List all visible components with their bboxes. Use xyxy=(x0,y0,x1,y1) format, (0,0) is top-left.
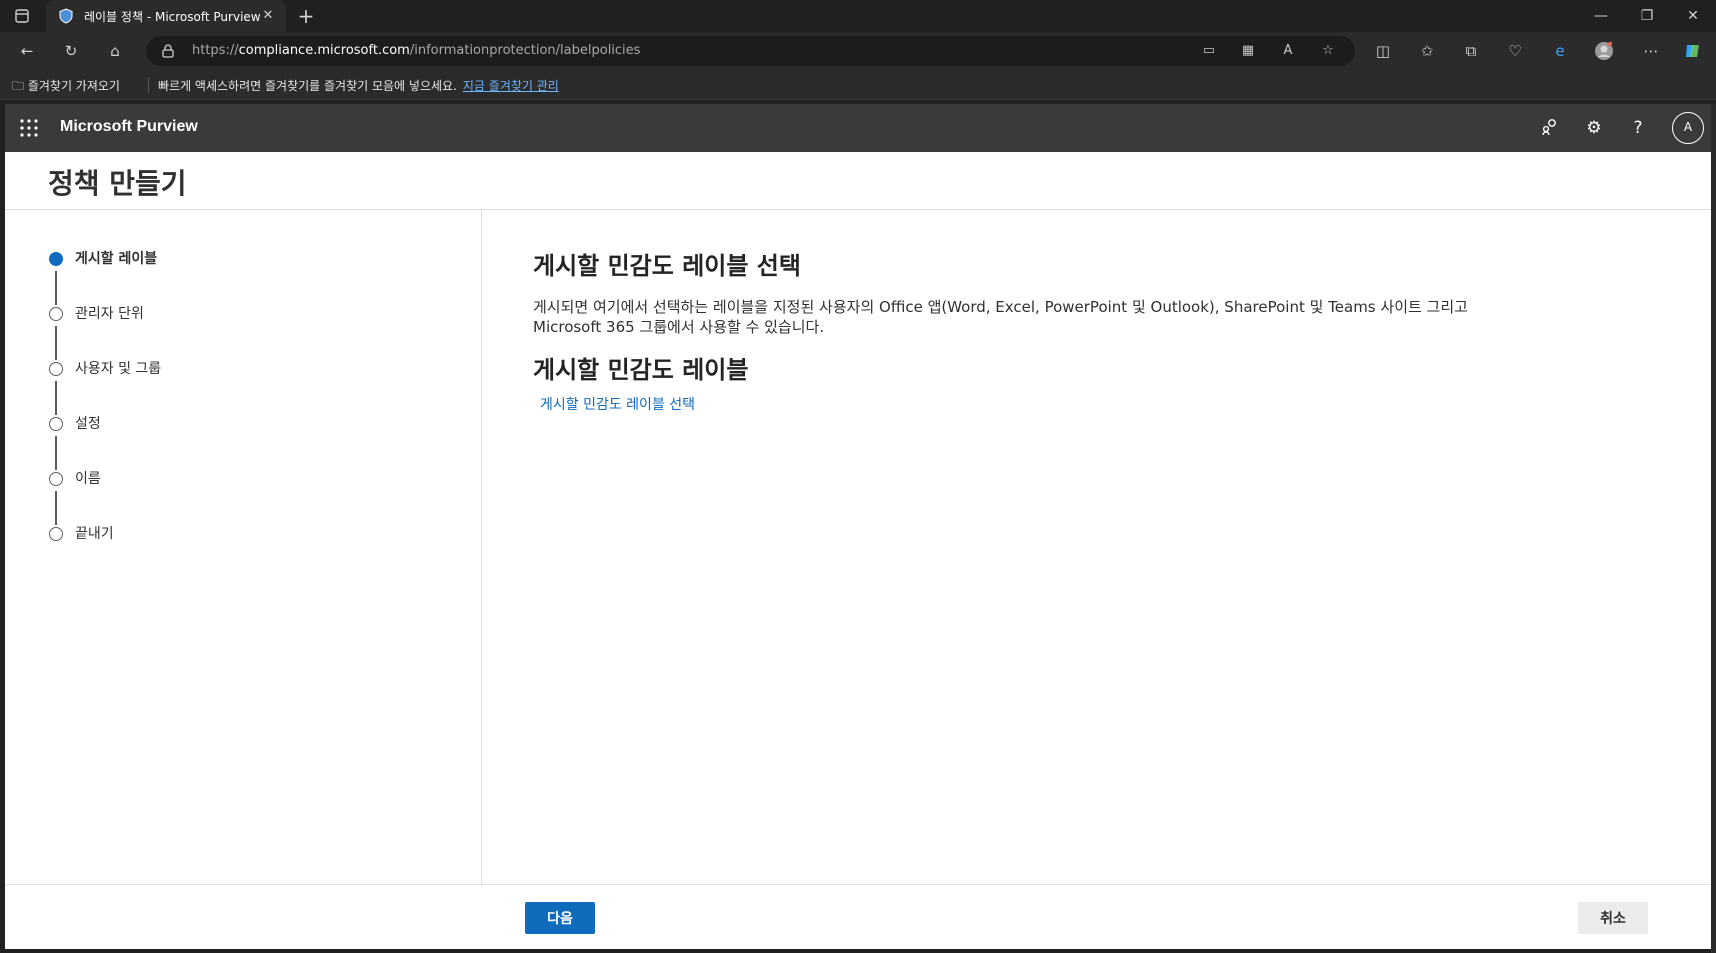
favorites-bar: 🗀 즐겨찾기 가져오기 빠르게 액세스하려면 즐겨찾기를 즐겨찾기 모음에 넣으… xyxy=(0,70,1716,100)
suite-header: Microsoft Purview ⚙ ? A xyxy=(5,104,1711,152)
url-text[interactable]: https://compliance.microsoft.com/informa… xyxy=(192,43,640,58)
section-description: 게시되면 여기에서 선택하는 레이블을 지정된 사용자의 Office 앱(Wo… xyxy=(533,298,1468,336)
step-connector xyxy=(55,381,57,415)
step-label: 사용자 및 그룹 xyxy=(75,361,162,377)
import-favorites-button[interactable]: 🗀 즐겨찾기 가져오기 xyxy=(12,77,120,98)
manage-favorites-link[interactable]: 지금 즐겨찾기 관리 xyxy=(463,79,559,93)
next-button[interactable]: 다음 xyxy=(525,902,595,934)
app-available-icon[interactable]: ▭ xyxy=(1200,42,1218,60)
collections-icon[interactable]: ⧉ xyxy=(1461,41,1481,61)
step-pending-indicator xyxy=(49,472,63,486)
wizard-footer: 다음 취소 xyxy=(5,884,1711,949)
new-tab-icon[interactable]: + xyxy=(296,6,316,26)
step-label: 게시할 레이블 xyxy=(75,251,158,267)
favorites-icon[interactable]: ✩ xyxy=(1417,41,1437,61)
browser-tab-bar: 레이블 정책 - Microsoft Purview ✕ + — ❐ ✕ xyxy=(0,0,1716,32)
choose-labels-link[interactable]: 게시할 민감도 레이블 선택 xyxy=(540,394,695,414)
labels-subheading: 게시할 민감도 레이블 xyxy=(533,356,749,384)
purview-app: Microsoft Purview ⚙ ? A 정책 만들기 게시할 레이블 관… xyxy=(5,104,1711,949)
step-label: 이름 xyxy=(75,471,101,487)
step-pending-indicator xyxy=(49,362,63,376)
lock-icon[interactable] xyxy=(160,43,176,59)
user-avatar[interactable]: A xyxy=(1672,112,1704,144)
page-header: 정책 만들기 xyxy=(5,152,1711,210)
tab-actions-icon[interactable] xyxy=(14,8,30,24)
home-icon[interactable]: ⌂ xyxy=(105,41,125,61)
copilot-icon[interactable] xyxy=(1683,41,1703,61)
window-close-icon[interactable]: ✕ xyxy=(1670,0,1716,32)
more-options-icon[interactable]: ⋯ xyxy=(1641,41,1661,61)
step-pending-indicator xyxy=(49,527,63,541)
minimize-icon[interactable]: — xyxy=(1578,0,1624,32)
browser-toolbar: ← ↻ ⌂ https://compliance.microsoft.com/i… xyxy=(0,32,1716,70)
favorite-star-icon[interactable]: ☆ xyxy=(1319,42,1337,60)
help-icon[interactable]: ? xyxy=(1627,117,1649,139)
purview-shield-icon xyxy=(58,8,74,24)
browser-tab-active[interactable]: 레이블 정책 - Microsoft Purview ✕ xyxy=(46,0,286,32)
window-edge xyxy=(1711,104,1716,953)
page-title: 정책 만들기 xyxy=(48,167,187,200)
browser-essentials-icon[interactable]: ♡ xyxy=(1505,41,1525,61)
step-label: 설정 xyxy=(75,416,101,432)
step-current-indicator xyxy=(49,252,63,266)
app-launcher-icon[interactable] xyxy=(19,118,39,138)
close-tab-icon[interactable]: ✕ xyxy=(260,8,276,24)
read-aloud-icon[interactable]: A xyxy=(1279,42,1297,60)
profile-icon[interactable] xyxy=(1594,41,1614,61)
step-label: 관리자 단위 xyxy=(75,306,144,322)
edge-icon[interactable]: e xyxy=(1550,41,1570,61)
address-bar[interactable]: https://compliance.microsoft.com/informa… xyxy=(146,36,1355,66)
wizard-content: 게시할 민감도 레이블 선택 게시되면 여기에서 선택하는 레이블을 지정된 사… xyxy=(483,210,1711,884)
step-connector xyxy=(55,491,57,525)
section-heading: 게시할 민감도 레이블 선택 xyxy=(533,252,801,280)
wizard-steps: 게시할 레이블 관리자 단위 사용자 및 그룹 설정 이름 끝내기 xyxy=(5,210,482,884)
community-icon[interactable] xyxy=(1539,117,1561,139)
cancel-button[interactable]: 취소 xyxy=(1578,902,1648,934)
favorites-hint: 빠르게 액세스하려면 즐겨찾기를 즐겨찾기 모음에 넣으세요. 지금 즐겨찾기 관… xyxy=(158,79,559,93)
tab-title: 레이블 정책 - Microsoft Purview xyxy=(84,10,261,24)
refresh-icon[interactable]: ↻ xyxy=(61,41,81,61)
split-screen-icon[interactable]: ◫ xyxy=(1373,41,1393,61)
restore-icon[interactable]: ❐ xyxy=(1624,0,1670,32)
brand-title[interactable]: Microsoft Purview xyxy=(60,118,198,136)
settings-gear-icon[interactable]: ⚙ xyxy=(1583,117,1605,139)
qr-code-icon[interactable]: ▦ xyxy=(1239,42,1257,60)
step-pending-indicator xyxy=(49,307,63,321)
step-label: 끝내기 xyxy=(75,526,114,542)
step-connector xyxy=(55,271,57,305)
favorites-divider xyxy=(148,77,149,93)
step-pending-indicator xyxy=(49,417,63,431)
step-connector xyxy=(55,326,57,360)
step-connector xyxy=(55,436,57,470)
back-icon[interactable]: ← xyxy=(17,41,37,61)
